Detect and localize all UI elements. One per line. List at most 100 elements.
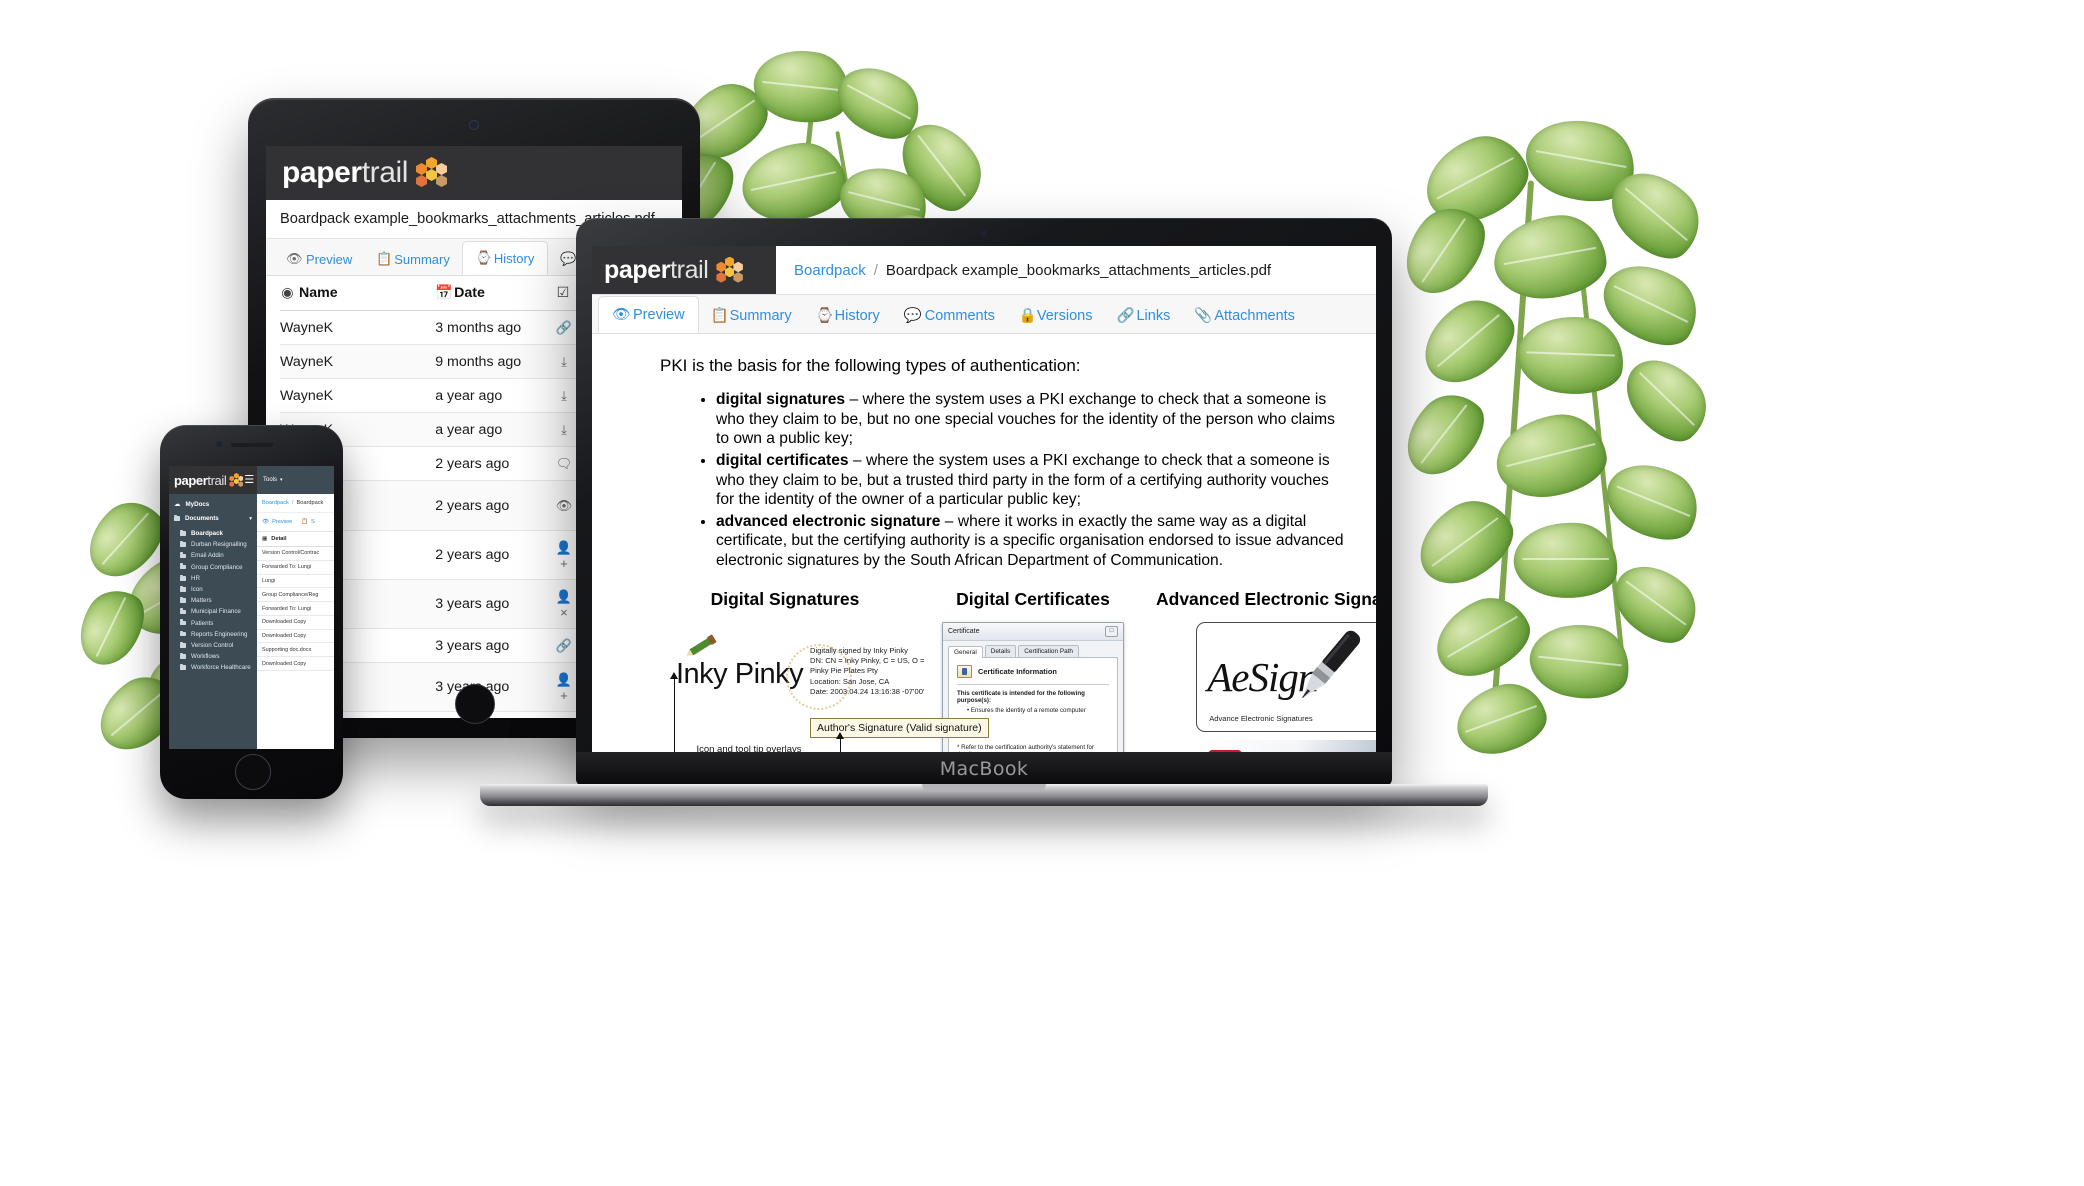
eye-icon: 👁 xyxy=(612,307,631,323)
tablet-home-button[interactable] xyxy=(455,684,495,724)
hamburger-icon[interactable]: ☰ xyxy=(244,474,254,486)
figure-title: Advanced Electronic Signatures xyxy=(1156,588,1376,609)
tab-summary[interactable]: 📋 Summary xyxy=(364,243,462,275)
tab-summary[interactable]: 📋 S xyxy=(301,519,315,525)
list-item[interactable]: Group Compliance/Reg xyxy=(257,588,334,603)
folder-label: Workflows xyxy=(191,653,220,661)
breadcrumb-root[interactable]: Boardpack xyxy=(794,262,866,279)
cell-date: 2 years ago xyxy=(435,497,510,514)
phone-home-button[interactable] xyxy=(234,754,271,790)
list-item[interactable]: Lungi xyxy=(257,575,334,589)
sidebar-item-mydocs[interactable]: ☁ MyDocs xyxy=(174,500,252,509)
sidebar-folder-item[interactable]: Version Control xyxy=(180,641,252,649)
tab-history[interactable]: ⌚ History xyxy=(461,241,549,275)
bullet-term: advanced electronic signature xyxy=(716,512,941,530)
list-item[interactable]: Version Control/Contrac xyxy=(257,547,334,561)
list-item[interactable]: Forwarded To: Lungi xyxy=(257,602,334,616)
tab-versions[interactable]: 🔒 Versions xyxy=(1007,298,1105,333)
clipboard-icon: 📋 xyxy=(710,308,729,324)
cert-tab-certification-path[interactable]: Certification Path xyxy=(1018,644,1079,657)
link-icon: 🔗 xyxy=(555,319,573,335)
folder-icon xyxy=(180,630,186,637)
sidebar-folder-item[interactable]: HR xyxy=(180,574,252,582)
phone-content: Tools ▾ Boardpack / Boardpack 👁 Preview xyxy=(257,466,334,749)
phone-tools-bar[interactable]: Tools ▾ xyxy=(257,466,334,494)
sidebar-folder-item[interactable]: Reports Engineering xyxy=(180,630,252,638)
phone-tab-bar: 👁 Preview 📋 S xyxy=(257,513,334,531)
tab-links[interactable]: 🔗 Links xyxy=(1104,298,1182,333)
tab-attachments[interactable]: 📎 Attachments xyxy=(1182,298,1307,333)
sidebar-folder-item[interactable]: Patients xyxy=(180,619,252,627)
cell-date: 2 years ago xyxy=(435,455,510,472)
list-item: advanced electronic signature – where it… xyxy=(716,512,1350,571)
caret-down-icon: ▾ xyxy=(280,477,283,483)
list-item[interactable]: Forwarded To: Lungi xyxy=(257,561,334,575)
sidebar-folder-item[interactable]: Boardpack xyxy=(180,529,252,537)
paperclip-icon: 📎 xyxy=(1194,308,1213,324)
list-item: digital certificates – where the system … xyxy=(716,451,1350,510)
doc-intro-text: PKI is the basis for the following types… xyxy=(660,356,1081,375)
bullet-dash: – xyxy=(848,451,866,469)
folder-icon xyxy=(180,529,186,536)
window-restore-icon[interactable]: ☐ xyxy=(1105,625,1118,637)
chevron-down-icon[interactable]: ▾ xyxy=(249,516,252,522)
tab-preview[interactable]: 👁 Preview xyxy=(262,519,292,525)
cell-date: 9 months ago xyxy=(435,353,522,370)
phone-app-header: papertrail ☰ xyxy=(169,466,257,494)
folder-label: HR xyxy=(191,574,200,582)
laptop-brand-label: MacBook xyxy=(939,758,1029,780)
folder-label: Group Compliance xyxy=(191,563,243,571)
cert-tab-details[interactable]: Details xyxy=(984,644,1017,657)
breadcrumb-root[interactable]: Boardpack xyxy=(262,500,289,506)
list-item[interactable]: Downloaded Copy xyxy=(257,657,334,672)
folder-icon xyxy=(180,597,186,603)
list-item[interactable]: Downloaded Copy xyxy=(257,616,334,630)
sidebar-folder-item[interactable]: Email Addin xyxy=(180,552,252,559)
tab-preview[interactable]: 👁 Preview xyxy=(598,296,699,333)
cell-name: WayneK xyxy=(280,353,334,370)
list-item[interactable]: Downloaded Copy xyxy=(257,630,334,644)
papertrail-logo[interactable]: papertrail xyxy=(282,157,450,189)
sidebar-folder-item[interactable]: Durban Resignalling xyxy=(180,541,252,548)
cell-date: 3 years ago xyxy=(435,679,510,695)
sidebar-item-documents[interactable]: Documents ▾ xyxy=(174,514,252,522)
tab-preview[interactable]: 👁 Preview xyxy=(274,243,364,275)
phone-breadcrumb: Boardpack / Boardpack xyxy=(257,494,334,513)
sidebar-folder-item[interactable]: Icon xyxy=(180,585,252,593)
tab-summary[interactable]: 📋 Summary xyxy=(699,298,804,333)
folder-icon xyxy=(180,574,186,581)
fountain-pen-icon xyxy=(1271,625,1376,709)
meta-line: DN: CN = Inky Pinky, C = US, O = xyxy=(810,656,925,666)
showcase-scene: papertrail Boardpack example_bookmarks_a… xyxy=(0,0,2084,1186)
callout-line xyxy=(674,673,675,752)
purpose-item: • Ensures the identity of a remote compu… xyxy=(967,706,1086,714)
phone-detail-header: ▦ Detail xyxy=(257,531,334,547)
cert-tab-general[interactable]: General xyxy=(948,645,983,658)
sidebar-folder-item[interactable]: Workflows xyxy=(180,652,252,661)
tab-comments[interactable]: 💬 Comments xyxy=(892,298,1007,333)
sidebar-folder-item[interactable]: Group Compliance xyxy=(180,563,252,571)
figure-digital-signatures: Digital Signatures Inky Pinky Digitally … xyxy=(660,589,989,752)
sidebar-folder-item[interactable]: Municipal Finance xyxy=(180,608,252,615)
comment-icon: 💬 xyxy=(560,251,577,266)
folder-icon xyxy=(180,664,186,671)
comment-icon: 🗨 xyxy=(555,455,573,471)
cell-date: 3 years ago xyxy=(435,596,510,612)
column-header-name: ◉ Name xyxy=(281,285,338,301)
papertrail-logo-phone[interactable]: papertrail xyxy=(174,473,244,487)
figure-title: Digital Certificates xyxy=(956,588,1110,609)
bullet-dash: – xyxy=(845,391,863,408)
phone-camera-icon xyxy=(215,441,222,447)
check-square-icon: ☑ xyxy=(556,285,570,301)
sidebar-folder-item[interactable]: Matters xyxy=(180,597,252,604)
certificate-titlebar: Certificate ☐ xyxy=(943,622,1123,641)
phone-sidebar: papertrail ☰ ☁ MyDocs Documents ▾ Boardp… xyxy=(169,466,257,749)
tab-history[interactable]: ⌚ History xyxy=(804,298,892,333)
sidebar-folder-item[interactable]: Workforce Healthcare xyxy=(180,664,252,671)
aesign-tagline: Advance Electronic Signatures xyxy=(1209,713,1313,723)
refer-note: * Refer to the certification authority's… xyxy=(957,743,1095,752)
laptop-trackpad-notch xyxy=(922,784,1046,791)
list-item[interactable]: Supporting doc.docx xyxy=(257,643,334,658)
link-icon: 🔗 xyxy=(1116,308,1135,324)
papertrail-logo-laptop[interactable]: papertrail xyxy=(592,246,776,294)
